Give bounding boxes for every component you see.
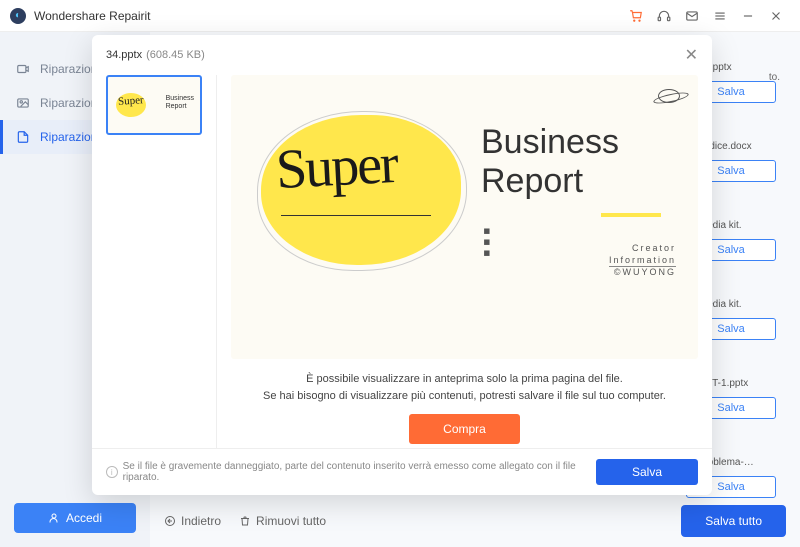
cart-icon[interactable] xyxy=(622,2,650,30)
preview-modal: 34.pptx (608.45 KB) ✕ Super Business Rep… xyxy=(92,35,712,495)
modal-close-icon[interactable]: ✕ xyxy=(685,45,698,65)
user-icon xyxy=(48,512,60,524)
back-button[interactable]: Indietro xyxy=(164,514,221,528)
mail-icon[interactable] xyxy=(678,2,706,30)
bottom-bar: Indietro Rimuovi tutto Salva tutto xyxy=(164,505,786,537)
modal-save-button[interactable]: Salva xyxy=(596,459,698,485)
app-name: Wondershare Repairit xyxy=(34,9,151,23)
modal-filename: 34.pptx xyxy=(106,49,142,61)
trash-icon xyxy=(239,515,251,527)
save-all-button[interactable]: Salva tutto xyxy=(681,505,786,537)
video-icon xyxy=(16,62,30,76)
headset-icon[interactable] xyxy=(650,2,678,30)
footer-info: i Se il file è gravemente danneggiato, p… xyxy=(106,461,596,483)
modal-filesize: (608.45 KB) xyxy=(146,49,205,61)
info-icon: i xyxy=(106,466,118,478)
slide-preview: Super Business Report ▪▪▪ Creator Inform… xyxy=(231,75,698,359)
remove-all-button[interactable]: Rimuovi tutto xyxy=(239,514,326,528)
modal-header: 34.pptx (608.45 KB) ✕ xyxy=(92,35,712,75)
menu-icon[interactable] xyxy=(706,2,734,30)
app-logo-icon: ◐ xyxy=(10,8,26,24)
modal-footer: i Se il file è gravemente danneggiato, p… xyxy=(92,448,712,495)
thumb-title: Business Report xyxy=(166,95,194,110)
image-icon xyxy=(16,96,30,110)
minimize-icon[interactable] xyxy=(734,2,762,30)
document-icon xyxy=(16,130,30,144)
buy-button[interactable]: Compra xyxy=(409,414,520,444)
back-icon xyxy=(164,515,176,527)
close-icon[interactable] xyxy=(762,2,790,30)
dots-icon: ▪▪▪ xyxy=(483,225,487,258)
signature-text: Super xyxy=(274,132,398,202)
preview-message: È possibile visualizzare in anteprima so… xyxy=(231,371,698,404)
slide-thumbnail[interactable]: Super Business Report xyxy=(106,75,202,135)
preview-column: Super Business Report ▪▪▪ Creator Inform… xyxy=(216,75,698,448)
thumbnail-column: Super Business Report xyxy=(106,75,202,448)
slide-title: Business Report xyxy=(481,123,619,201)
titlebar: ◐ Wondershare Repairit xyxy=(0,0,800,32)
planet-icon xyxy=(658,89,680,103)
login-button[interactable]: Accedi xyxy=(14,503,136,533)
creator-info: Creator Information ©WUYONG xyxy=(609,243,676,279)
